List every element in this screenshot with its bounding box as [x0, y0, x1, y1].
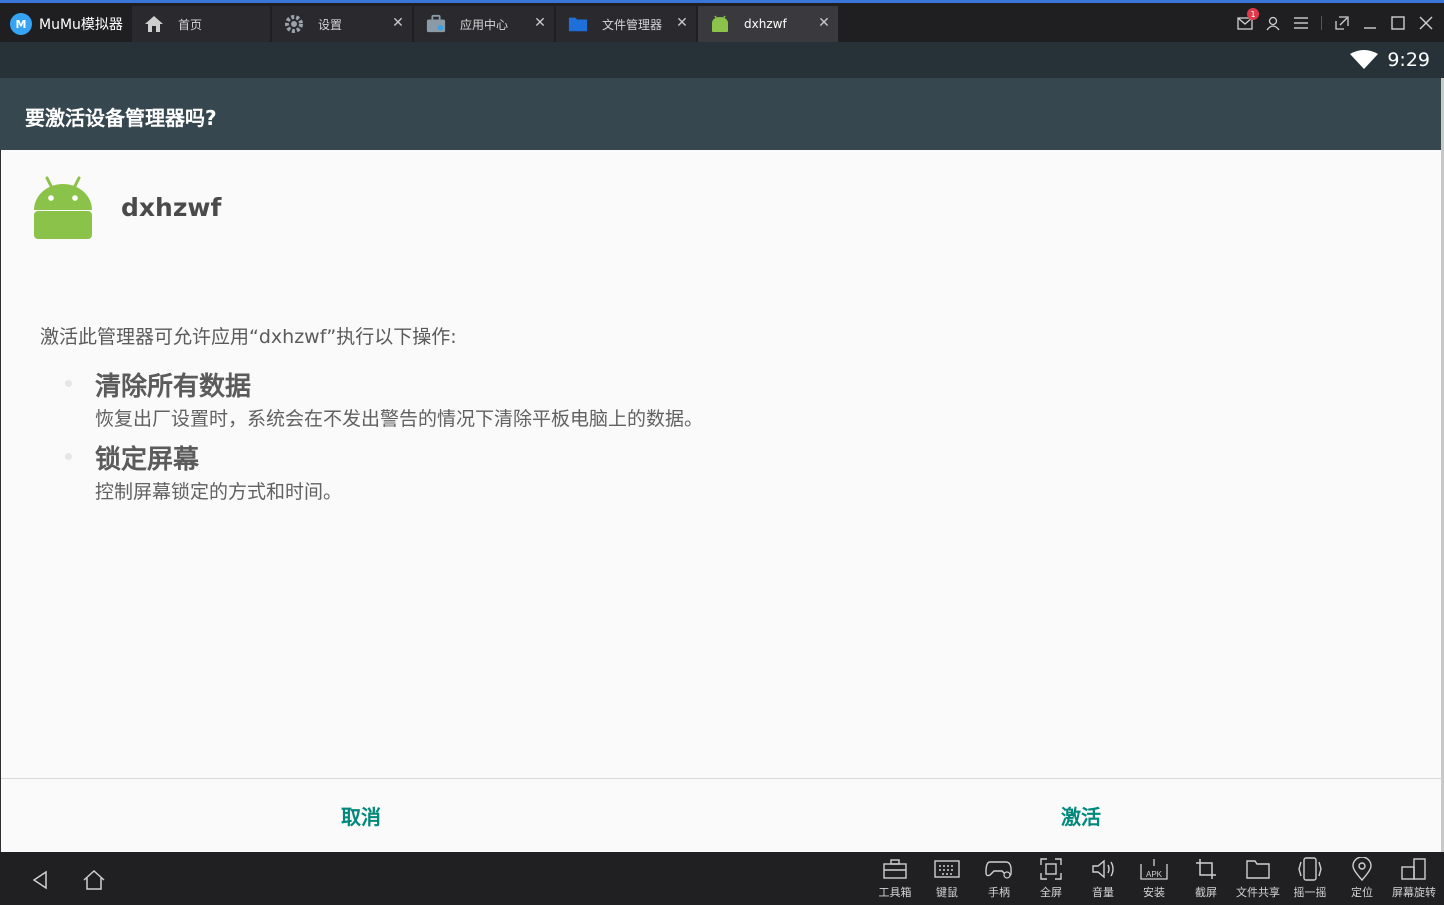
rotate-icon: [1400, 856, 1428, 882]
tab-label: 应用中心: [460, 17, 509, 32]
keyboard-mouse-button[interactable]: 键鼠: [922, 856, 972, 904]
tool-label: 安装: [1143, 886, 1165, 899]
tab-dxhzwf[interactable]: dxhzwf ✕: [698, 6, 838, 42]
screenshot-button[interactable]: 截屏: [1181, 856, 1231, 904]
tab-app-center[interactable]: 应用中心 ✕: [414, 6, 554, 42]
policy-title: 清除所有数据: [95, 372, 252, 402]
close-tab-icon[interactable]: ✕: [674, 15, 690, 31]
title-bar: M MuMu模拟器 首页 设置 ✕ 应用中心 ✕ 文件管理器 ✕ dxhzwf: [0, 0, 1444, 42]
policy-title: 锁定屏幕: [95, 445, 200, 475]
tool-label: 屏幕旋转: [1392, 886, 1436, 899]
volume-icon: [1089, 856, 1117, 882]
android-icon: [710, 14, 730, 34]
wifi-icon: [1350, 50, 1378, 74]
activate-button[interactable]: 激活: [721, 779, 1441, 852]
emulator-toolbar: 工具箱 键鼠 手柄 全屏 音量 APK 安装 截屏 文件共享 摇一摇 定位 屏幕…: [0, 852, 1444, 905]
close-icon[interactable]: [1418, 15, 1434, 31]
tool-label: 手柄: [988, 886, 1010, 899]
bullet-icon: [65, 380, 72, 387]
crop-icon: [1192, 856, 1220, 882]
restore-icon[interactable]: [1334, 15, 1350, 31]
rotate-screen-button[interactable]: 屏幕旋转: [1389, 856, 1439, 904]
tab-file-manager[interactable]: 文件管理器 ✕: [556, 6, 696, 42]
dialog-content: dxhzwf 激活此管理器可允许应用“dxhzwf”执行以下操作: 清除所有数据…: [1, 150, 1441, 778]
shake-icon: [1296, 856, 1324, 882]
status-clock: 9:29: [1387, 49, 1430, 71]
volume-button[interactable]: 音量: [1078, 856, 1128, 904]
minimize-icon[interactable]: [1362, 15, 1378, 31]
tool-label: 摇一摇: [1293, 886, 1327, 899]
policy-description: 控制屏幕锁定的方式和时间。: [95, 481, 343, 503]
install-apk-button[interactable]: APK 安装: [1129, 856, 1179, 904]
maximize-icon[interactable]: [1390, 15, 1406, 31]
tab-settings[interactable]: 设置 ✕: [272, 6, 412, 42]
apk-install-icon: APK: [1140, 856, 1168, 882]
mumu-logo-icon: M: [10, 13, 32, 35]
android-app-icon: [33, 176, 93, 244]
tool-label: 键鼠: [936, 886, 958, 899]
close-tab-icon[interactable]: ✕: [390, 15, 406, 31]
tool-label: 工具箱: [878, 886, 912, 899]
tool-label: 音量: [1092, 886, 1114, 899]
policy-description: 恢复出厂设置时，系统会在不发出警告的情况下清除平板电脑上的数据。: [95, 408, 704, 430]
bullet-icon: [65, 453, 72, 460]
menu-icon[interactable]: [1293, 15, 1309, 31]
user-icon[interactable]: [1265, 15, 1281, 31]
tool-label: 全屏: [1040, 886, 1062, 899]
tool-label: 定位: [1351, 886, 1373, 899]
cancel-button[interactable]: 取消: [1, 779, 721, 852]
tab-home[interactable]: 首页: [132, 6, 270, 42]
tool-label: 文件共享: [1236, 886, 1280, 899]
tab-label: dxhzwf: [744, 17, 787, 31]
back-icon[interactable]: [26, 866, 54, 894]
tab-label: 首页: [178, 17, 203, 32]
home-icon: [144, 14, 164, 34]
close-tab-icon[interactable]: ✕: [532, 15, 548, 31]
dialog-button-bar: 取消 激活: [1, 779, 1441, 852]
app-center-icon: [426, 14, 446, 34]
app-name-label: dxhzwf: [121, 193, 222, 222]
location-icon: [1348, 856, 1376, 882]
gamepad-icon: [985, 856, 1013, 882]
app-brand[interactable]: M MuMu模拟器: [10, 12, 123, 36]
tool-label: 截屏: [1195, 886, 1217, 899]
close-tab-icon[interactable]: ✕: [816, 15, 832, 31]
toolbox-icon: [881, 856, 909, 882]
folder-share-icon: [1244, 856, 1272, 882]
fullscreen-button[interactable]: 全屏: [1026, 856, 1076, 904]
folder-icon: [568, 14, 588, 34]
gamepad-button[interactable]: 手柄: [974, 856, 1024, 904]
keyboard-icon: [933, 856, 961, 882]
android-status-bar: 9:29: [0, 42, 1444, 78]
file-share-button[interactable]: 文件共享: [1233, 856, 1283, 904]
toolbox-button[interactable]: 工具箱: [870, 856, 920, 904]
window-controls: 1: [1237, 8, 1434, 31]
dialog-title: 要激活设备管理器吗?: [25, 106, 217, 130]
gear-icon: [284, 14, 304, 34]
app-name: MuMu模拟器: [39, 17, 123, 33]
permission-description: 激活此管理器可允许应用“dxhzwf”执行以下操作:: [40, 326, 457, 348]
tab-label: 设置: [318, 17, 343, 32]
fullscreen-icon: [1037, 856, 1065, 882]
notification-badge: 1: [1247, 8, 1259, 20]
home-nav-icon[interactable]: [80, 866, 108, 894]
divider: [1321, 16, 1322, 30]
tab-label: 文件管理器: [602, 17, 663, 32]
mail-icon[interactable]: 1: [1237, 8, 1259, 31]
svg-text:APK: APK: [1146, 870, 1163, 879]
location-button[interactable]: 定位: [1337, 856, 1387, 904]
dialog-header: 要激活设备管理器吗?: [0, 78, 1441, 150]
shake-button[interactable]: 摇一摇: [1285, 856, 1335, 904]
